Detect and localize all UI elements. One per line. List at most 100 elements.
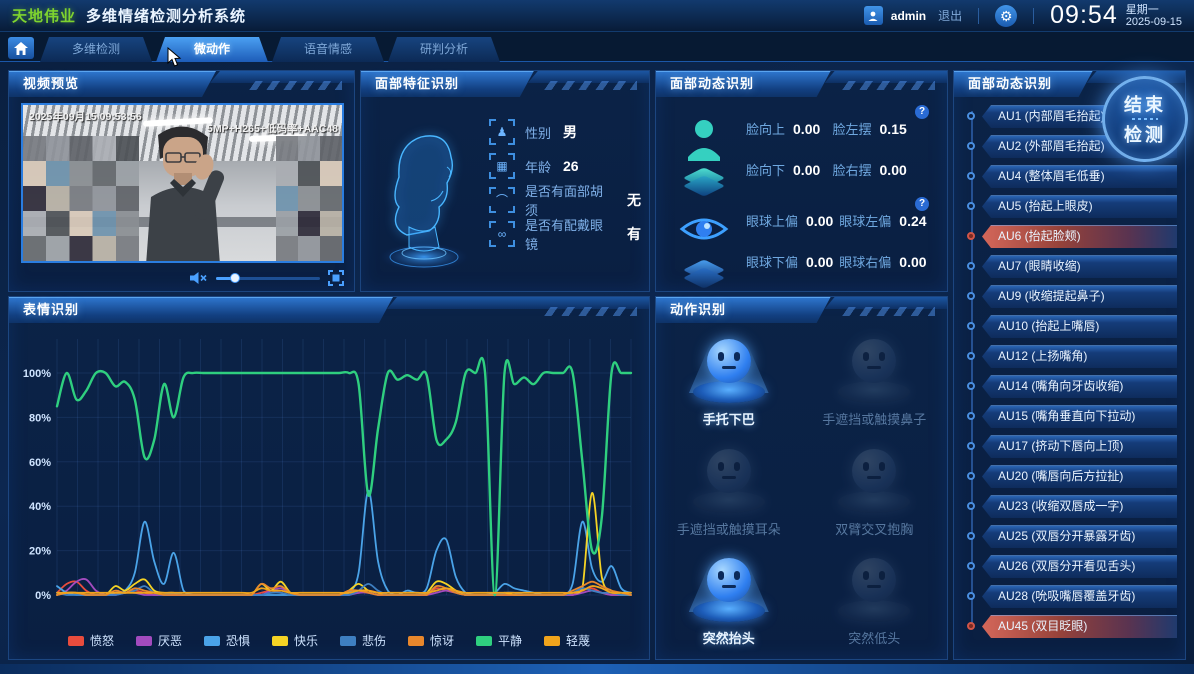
legend-item[interactable]: 平静 — [476, 632, 522, 649]
end-button-line2: 检测 — [1124, 121, 1166, 147]
legend-swatch — [340, 636, 356, 646]
au-item-au28[interactable]: AU28 (吮吸嘴唇覆盖牙齿) — [964, 585, 1177, 608]
au-item-au15[interactable]: AU15 (嘴角垂直向下拉动) — [964, 405, 1177, 428]
au-item-au17[interactable]: AU17 (挤动下唇向上顶) — [964, 435, 1177, 458]
settings-gear-icon[interactable]: ⚙ — [995, 5, 1017, 27]
divider — [1033, 8, 1034, 24]
au-item-au14[interactable]: AU14 (嘴角向牙齿收缩) — [964, 375, 1177, 398]
action-card[interactable]: 突然低头 — [802, 546, 948, 655]
au-item-au23[interactable]: AU23 (收缩双唇成一字) — [964, 495, 1177, 518]
tab-1[interactable]: 多维检测 — [40, 37, 152, 62]
legend-item[interactable]: 恐惧 — [204, 632, 250, 649]
video-preview-panel: 视频预览 2025年09月15 09:53:56 5MP+H — [8, 70, 355, 292]
hologram-head — [369, 107, 479, 282]
au-label: AU45 (双目眨眼) — [998, 615, 1087, 638]
action-card[interactable]: 双臂交叉抱胸 — [802, 436, 948, 545]
legend-item[interactable]: 快乐 — [272, 632, 318, 649]
gender-icon: ♟ — [489, 119, 515, 145]
glasses-icon: ∞ — [489, 221, 515, 247]
au-item-au7[interactable]: AU7 (眼睛收缩) — [964, 255, 1177, 278]
volume-knob[interactable] — [230, 273, 240, 283]
tab-3[interactable]: 语音情感 — [272, 37, 384, 62]
header-deco — [839, 81, 935, 90]
bottom-strip — [0, 664, 1194, 674]
help-icon[interactable]: ? — [915, 197, 929, 211]
metric-label: 脸右摆 — [833, 160, 872, 179]
au-status-dot — [967, 442, 975, 450]
legend-item[interactable]: 愤怒 — [68, 632, 114, 649]
metric-value: 0.00 — [880, 162, 907, 178]
logout-button[interactable]: 退出 — [938, 7, 962, 24]
mouse-cursor — [167, 47, 182, 68]
video-controls — [21, 267, 344, 289]
action-label: 突然抬头 — [703, 628, 755, 647]
mute-icon[interactable] — [190, 271, 208, 285]
person-in-video — [118, 117, 248, 263]
legend-label: 恐惧 — [226, 632, 250, 649]
eye-icon — [678, 209, 730, 279]
legend-item[interactable]: 轻蔑 — [544, 632, 590, 649]
au-item-au25[interactable]: AU25 (双唇分开暴露牙齿) — [964, 525, 1177, 548]
au-status-dot — [967, 292, 975, 300]
user-avatar-icon[interactable] — [864, 6, 883, 25]
au-item-au5[interactable]: AU5 (抬起上眼皮) — [964, 195, 1177, 218]
au-label: AU2 (外部眉毛抬起) — [998, 135, 1105, 158]
top-bar: 天地伟业 多维情绪检测分析系统 admin 退出 ⚙ 09:54 星期一 202… — [0, 0, 1194, 32]
panel-title: 表情识别 — [23, 297, 79, 323]
metric-value: 0.24 — [899, 213, 926, 229]
svg-text:80%: 80% — [29, 412, 51, 424]
metric-label: 脸向下 — [746, 160, 785, 179]
action-figure-icon — [681, 548, 777, 622]
au-label: AU5 (抬起上眼皮) — [998, 195, 1093, 218]
legend-item[interactable]: 厌恶 — [136, 632, 182, 649]
action-figure-icon — [826, 439, 922, 513]
au-item-au6[interactable]: AU6 (抬起脸颊) — [964, 225, 1177, 248]
video-stream-info: 5MP+H265+低码率+AAC48 — [207, 121, 338, 136]
action-card[interactable]: 手遮挡或触摸鼻子 — [802, 327, 948, 436]
au-item-au4[interactable]: AU4 (整体眉毛低垂) — [964, 165, 1177, 188]
eye-direction-group: ? 眼球上偏0.00眼球左偏0.24眼球下偏0.00眼球右偏0.00 — [670, 199, 935, 291]
feature-row: ♟性别男 — [489, 115, 641, 149]
au-item-au10[interactable]: AU10 (抬起上嘴唇) — [964, 315, 1177, 338]
expression-chart: 0%20%40%60%80%100% — [15, 327, 645, 632]
legend-item[interactable]: 悲伤 — [340, 632, 386, 649]
fullscreen-icon[interactable] — [328, 270, 344, 286]
au-status-dot — [967, 322, 975, 330]
au-label: AU14 (嘴角向牙齿收缩) — [998, 375, 1123, 398]
legend-swatch — [68, 636, 84, 646]
action-card[interactable]: 手遮挡或触摸耳朵 — [656, 436, 802, 545]
au-status-dot — [967, 172, 975, 180]
metric-value: 0.00 — [806, 254, 833, 270]
legend-label: 悲伤 — [362, 632, 386, 649]
video-timestamp: 2025年09月15 09:53:56 — [29, 109, 142, 124]
feature-value: 男 — [563, 122, 577, 142]
divider — [978, 8, 979, 24]
au-label: AU26 (双唇分开看见舌头) — [998, 555, 1135, 578]
action-card[interactable]: 突然抬头 — [656, 546, 802, 655]
username[interactable]: admin — [891, 9, 926, 23]
legend-label: 轻蔑 — [566, 632, 590, 649]
au-item-au26[interactable]: AU26 (双唇分开看见舌头) — [964, 555, 1177, 578]
au-status-dot — [967, 352, 975, 360]
action-card[interactable]: 手托下巴 — [656, 327, 802, 436]
tab-4[interactable]: 研判分析 — [388, 37, 500, 62]
au-item-au20[interactable]: AU20 (嘴唇向后方拉扯) — [964, 465, 1177, 488]
volume-slider[interactable] — [216, 277, 320, 280]
face-feature-panel: 面部特征识别 ♟性别男▦年龄26⌒是否有面部胡须无∞是否有配戴眼镜有 — [360, 70, 650, 292]
au-item-au9[interactable]: AU9 (收缩提起鼻子) — [964, 285, 1177, 308]
legend-swatch — [272, 636, 288, 646]
home-button[interactable] — [8, 37, 34, 59]
metric-label: 脸左摆 — [833, 119, 872, 138]
feature-row: ⌒是否有面部胡须无 — [489, 183, 641, 217]
action-label: 手遮挡或触摸耳朵 — [677, 519, 781, 538]
au-list: AU1 (内部眉毛抬起)AU2 (外部眉毛抬起)AU4 (整体眉毛低垂)AU5 … — [964, 105, 1177, 653]
panel-title: 面部特征识别 — [375, 71, 459, 97]
au-item-au45[interactable]: AU45 (双目眨眼) — [964, 615, 1177, 638]
face-direction-group: ? 脸向上0.00脸左摆0.15脸向下0.00脸右摆0.00 — [670, 107, 935, 199]
au-item-au12[interactable]: AU12 (上扬嘴角) — [964, 345, 1177, 368]
end-detection-button[interactable]: 结束 检测 — [1102, 76, 1188, 162]
date-box: 星期一 2025-09-15 — [1126, 4, 1182, 28]
legend-item[interactable]: 惊讶 — [408, 632, 454, 649]
help-icon[interactable]: ? — [915, 105, 929, 119]
legend-label: 平静 — [498, 632, 522, 649]
